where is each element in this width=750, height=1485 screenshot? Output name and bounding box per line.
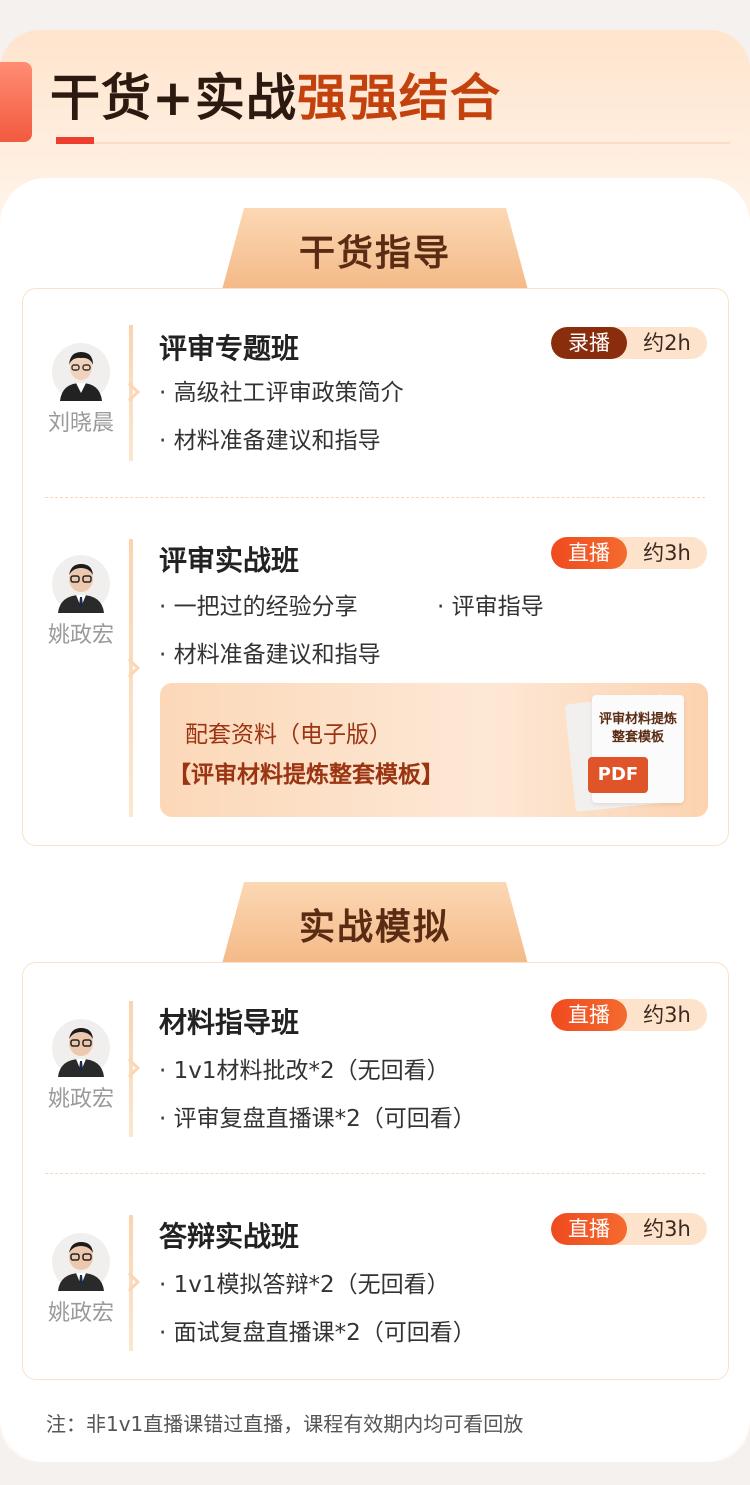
section-tab-dry-goods: 干货指导: [222, 208, 528, 290]
header-accent-tab: [0, 62, 32, 142]
course-card-group-1: 刘晓晨 评审专题班 录播 约2h · 高级社工评审政策简介 · 材料准备建议和指…: [22, 288, 729, 846]
title-divider: [56, 142, 730, 144]
chevron-right-icon: [120, 1272, 140, 1292]
teacher-block: 姚政宏: [41, 555, 121, 649]
badge-type: 直播: [551, 537, 627, 569]
badge-duration: 约3h: [643, 1217, 691, 1241]
course-badge: 录播 约2h: [551, 327, 707, 359]
course-bullet: · 材料准备建议和指导: [159, 428, 381, 454]
teacher-avatar: [52, 1233, 110, 1291]
content-panel: 干货指导 刘晓晨 评审专题班 录播 约2h · 高级社工评审政策简介 · 材料准…: [0, 178, 750, 1462]
course-bullet: · 评审复盘直播课*2（可回看）: [159, 1106, 476, 1132]
section-tab-label: 实战模拟: [298, 907, 451, 948]
badge-duration: 约2h: [643, 331, 691, 355]
page-title: 干货+实战强强结合: [50, 66, 501, 130]
chevron-right-icon: [120, 1058, 140, 1078]
course-card-group-2: 姚政宏 材料指导班 直播 约3h · 1v1材料批改*2（无回看） · 评审复盘…: [22, 962, 729, 1380]
course-bullet: · 高级社工评审政策简介: [159, 380, 404, 406]
teacher-name: 姚政宏: [47, 623, 114, 648]
materials-promo-card[interactable]: 配套资料（电子版） 【评审材料提炼整套模板】 评审材料提炼整套模板 PDF: [160, 683, 708, 817]
course-badge: 直播 约3h: [551, 537, 707, 569]
teacher-block: 刘晓晨: [41, 343, 121, 437]
course-badge: 直播 约3h: [551, 999, 707, 1031]
promo-line1: 配套资料（电子版）: [185, 722, 392, 748]
title-part2: 强强结合: [296, 69, 501, 127]
teacher-name: 刘晓晨: [47, 411, 114, 436]
chevron-right-icon: [120, 382, 140, 402]
course-title: 评审专题班: [159, 332, 300, 365]
course-title: 答辩实战班: [159, 1220, 300, 1253]
document-title: 评审材料提炼整套模板: [598, 712, 677, 745]
course-bullet: · 评审指导: [437, 594, 544, 620]
teacher-block: 姚政宏: [41, 1233, 121, 1327]
pdf-icon: PDF: [588, 757, 648, 793]
teacher-avatar: [52, 343, 110, 401]
teacher-block: 姚政宏: [41, 1019, 121, 1113]
footer-note: 注：非1v1直播课错过直播，课程有效期内均可看回放: [46, 1412, 524, 1436]
title-underline-accent: [56, 137, 94, 144]
course-title: 材料指导班: [159, 1006, 300, 1039]
badge-type: 录播: [551, 327, 627, 359]
badge-duration: 约3h: [643, 541, 691, 565]
badge-type: 直播: [551, 1213, 627, 1245]
course-bullet: · 材料准备建议和指导: [159, 642, 381, 668]
badge-type: 直播: [551, 999, 627, 1031]
chevron-right-icon: [120, 658, 140, 678]
divider: [45, 497, 705, 498]
teacher-avatar: [52, 1019, 110, 1077]
promo-line2: 【评审材料提炼整套模板】: [168, 762, 444, 788]
teacher-avatar: [52, 555, 110, 613]
course-title: 评审实战班: [159, 544, 300, 577]
teacher-name: 姚政宏: [47, 1301, 114, 1326]
course-bullet: · 1v1模拟答辩*2（无回看）: [159, 1272, 450, 1298]
badge-duration: 约3h: [643, 1003, 691, 1027]
divider: [45, 1173, 705, 1174]
course-bullet: · 一把过的经验分享: [159, 594, 358, 620]
teacher-name: 姚政宏: [47, 1087, 114, 1112]
section-tab-label: 干货指导: [298, 233, 451, 274]
title-part1: 干货+实战: [50, 69, 297, 127]
course-bullet: · 1v1材料批改*2（无回看）: [159, 1058, 450, 1084]
course-badge: 直播 约3h: [551, 1213, 707, 1245]
course-bullet: · 面试复盘直播课*2（可回看）: [159, 1320, 476, 1346]
section-tab-practice: 实战模拟: [222, 882, 528, 964]
